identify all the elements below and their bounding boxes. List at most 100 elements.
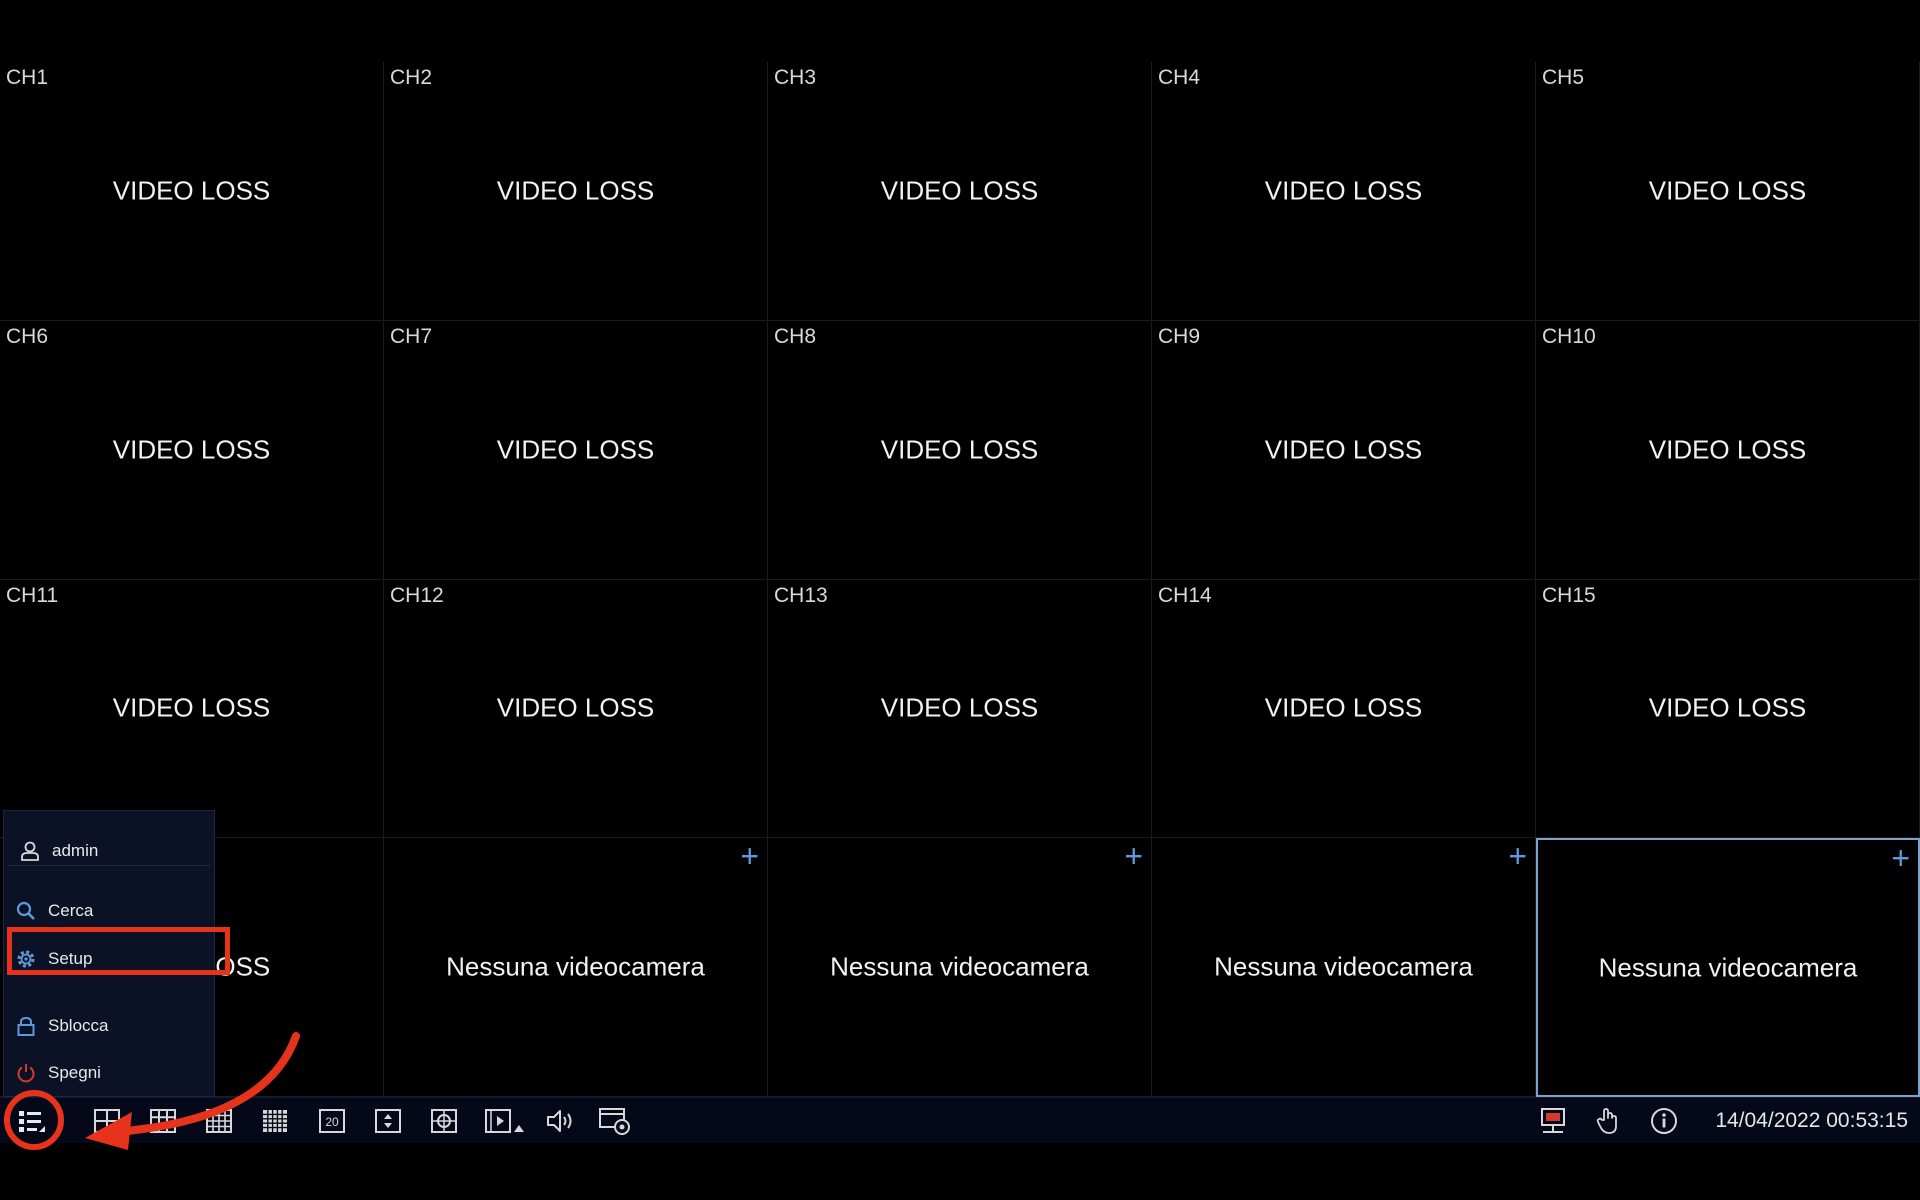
camera-tile[interactable]: CH1 VIDEO LOSS (0, 62, 384, 321)
channel-status: VIDEO LOSS (1648, 692, 1807, 723)
lock-icon (14, 1014, 38, 1038)
add-camera-icon[interactable]: + (1508, 840, 1527, 872)
sixteen-view-icon (206, 1109, 232, 1133)
hand-icon (1596, 1108, 1617, 1134)
camera-tile[interactable]: CH3 VIDEO LOSS (768, 62, 1152, 321)
channel-label: CH6 (6, 324, 49, 348)
channel-status: VIDEO LOSS (496, 692, 655, 723)
snapshot-button[interactable] (598, 1104, 632, 1138)
volume-button[interactable] (544, 1104, 578, 1138)
camera-tile[interactable]: CH13 VIDEO LOSS (768, 579, 1152, 839)
twentyfive-view-icon (263, 1110, 287, 1132)
ptz-icon (431, 1109, 457, 1133)
camera-tile[interactable]: CH9 VIDEO LOSS (1152, 320, 1536, 580)
snapshot-icon (599, 1108, 630, 1135)
network-icon (1541, 1108, 1565, 1133)
add-camera-icon[interactable]: + (740, 840, 759, 872)
camera-tile[interactable]: Nessuna videocamera + (1536, 838, 1920, 1097)
channel-status: VIDEO LOSS (112, 692, 271, 723)
add-camera-icon[interactable]: + (1891, 842, 1910, 874)
power-icon (14, 1061, 38, 1085)
channel-label: CH5 (1542, 66, 1585, 89)
layout-16-button[interactable] (202, 1104, 236, 1138)
quad-view-icon (94, 1109, 120, 1133)
camera-tile[interactable]: CH8 VIDEO LOSS (768, 320, 1152, 580)
camera-tile[interactable]: Nessuna videocamera + (768, 838, 1152, 1097)
channel-label: CH2 (390, 66, 433, 89)
camera-tile[interactable]: CH5 VIDEO LOSS (1536, 62, 1920, 321)
channel-label: CH12 (390, 583, 444, 607)
user-icon (18, 839, 42, 863)
menu-item-unlock[interactable]: Sblocca (4, 1006, 214, 1046)
channel-status: VIDEO LOSS (112, 434, 271, 465)
channel-status: Nessuna videocamera (830, 951, 1089, 982)
menu-button-highlight-circle (4, 1090, 64, 1150)
menu-item-shutdown[interactable]: Spegni (4, 1053, 214, 1093)
camera-tile[interactable]: CH10 VIDEO LOSS (1536, 320, 1920, 580)
channel-label: CH7 (390, 324, 433, 348)
channel-label: CH1 (6, 66, 49, 89)
channel-status: VIDEO LOSS (880, 692, 1039, 723)
layout-4-button[interactable] (90, 1104, 124, 1138)
setup-highlight-box (7, 927, 230, 975)
channel-label: CH9 (1158, 324, 1201, 348)
ptz-button[interactable] (427, 1104, 461, 1138)
channel-status: VIDEO LOSS (1648, 175, 1807, 206)
layout-20-label: 20 (325, 1115, 339, 1129)
channel-status: VIDEO LOSS (880, 175, 1039, 206)
sequence-icon (375, 1109, 401, 1133)
channel-status: VIDEO LOSS (1264, 175, 1423, 206)
camera-grid: CH1 VIDEO LOSS CH2 VIDEO LOSS CH3 VIDEO LOSS C… (0, 62, 1920, 1097)
menu-item-search[interactable]: Cerca (4, 891, 214, 931)
channel-label: CH11 (6, 583, 59, 607)
channel-label: CH8 (774, 324, 817, 348)
camera-tile[interactable]: CH7 VIDEO LOSS (384, 320, 768, 580)
channel-status: VIDEO LOSS (496, 175, 655, 206)
channel-label: CH15 (1542, 583, 1596, 607)
camera-tile[interactable]: CH6 VIDEO LOSS (0, 320, 384, 580)
layout-9-button[interactable] (146, 1104, 180, 1138)
channel-label: CH10 (1542, 324, 1596, 348)
gesture-button[interactable] (1592, 1104, 1626, 1138)
system-datetime: 14/04/2022 00:53:15 (1715, 1109, 1908, 1132)
menu-item-shutdown-label: Spegni (48, 1063, 101, 1082)
channel-status: VIDEO LOSS (1264, 692, 1423, 723)
channel-status: VIDEO LOSS (1264, 434, 1423, 465)
camera-tile[interactable]: Nessuna videocamera + (1152, 838, 1536, 1097)
layout-25-button[interactable] (258, 1104, 292, 1138)
menu-item-user-label: admin (52, 841, 99, 860)
info-icon (1651, 1108, 1677, 1134)
add-camera-icon[interactable]: + (1124, 840, 1143, 872)
menu-item-unlock-label: Sblocca (48, 1016, 109, 1035)
channel-label: CH13 (774, 583, 828, 607)
camera-tile[interactable]: CH12 VIDEO LOSS (384, 579, 768, 839)
channel-label: CH3 (774, 66, 817, 89)
playback-icon (485, 1109, 524, 1133)
camera-tile[interactable]: CH14 VIDEO LOSS (1152, 579, 1536, 839)
camera-tile[interactable]: CH4 VIDEO LOSS (1152, 62, 1536, 321)
layout-20-button[interactable]: 20 (315, 1104, 349, 1138)
channel-status: Nessuna videocamera (1214, 951, 1473, 982)
channel-status: VIDEO LOSS (112, 175, 271, 206)
playback-button[interactable] (482, 1104, 532, 1138)
channel-status: Nessuna videocamera (1598, 952, 1858, 983)
channel-status: VIDEO LOSS (880, 434, 1039, 465)
channel-status: VIDEO LOSS (496, 434, 655, 465)
info-button[interactable] (1647, 1104, 1681, 1138)
search-icon (14, 899, 38, 923)
camera-tile[interactable]: CH15 VIDEO LOSS (1536, 579, 1920, 839)
camera-tile[interactable]: CH2 VIDEO LOSS (384, 62, 768, 321)
camera-tile[interactable]: Nessuna videocamera + (384, 838, 768, 1097)
channel-label: CH4 (1158, 66, 1201, 89)
sequence-button[interactable] (371, 1104, 405, 1138)
nine-view-icon (150, 1109, 176, 1133)
volume-icon (547, 1110, 572, 1132)
channel-status: VIDEO LOSS (1648, 434, 1807, 465)
channel-label: CH14 (1158, 583, 1212, 607)
camera-tile[interactable]: CH11 VIDEO LOSS (0, 579, 384, 839)
menu-divider (8, 865, 210, 866)
twenty-view-icon: 20 (319, 1109, 345, 1133)
network-button[interactable] (1536, 1104, 1570, 1138)
channel-status: Nessuna videocamera (446, 951, 705, 982)
taskbar: 20 14/04/2022 00:53:15 (0, 1097, 1920, 1143)
